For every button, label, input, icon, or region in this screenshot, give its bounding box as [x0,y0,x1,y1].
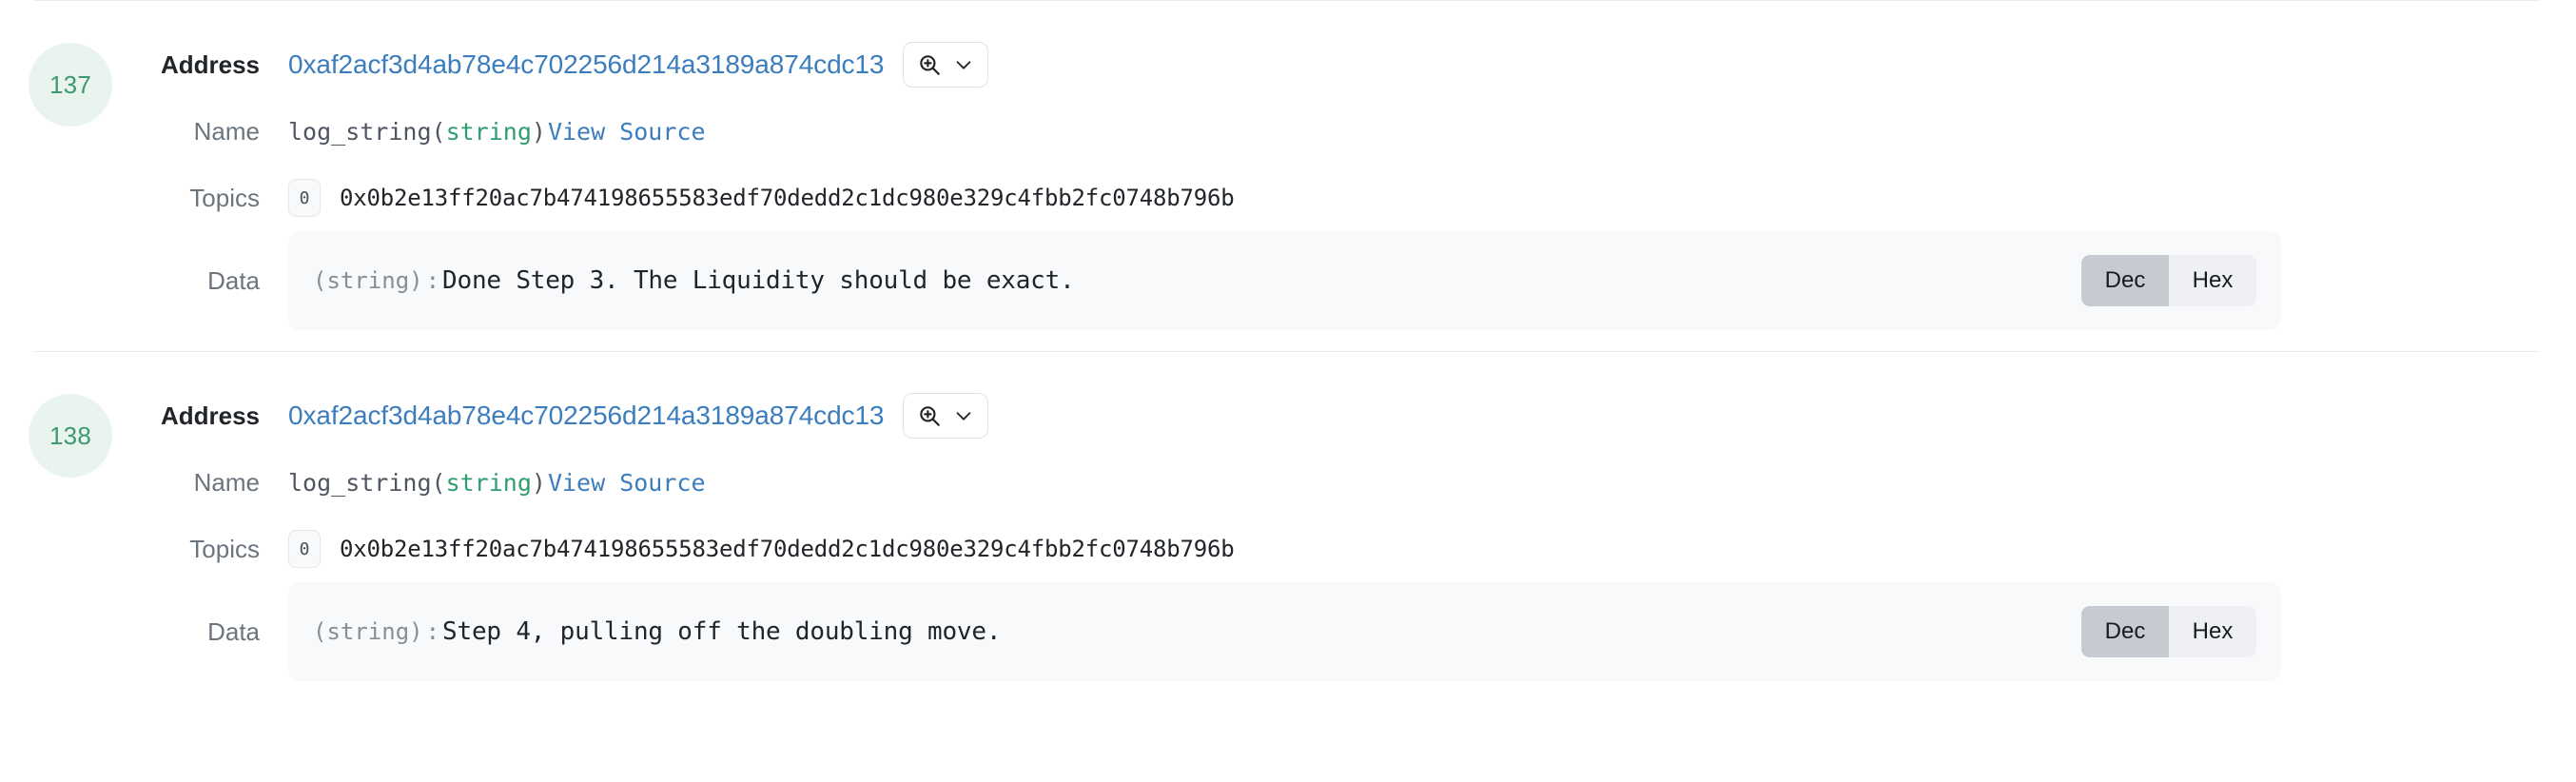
address-link[interactable]: 0xaf2acf3d4ab78e4c702256d214a3189a874cdc… [288,401,884,431]
topics-row: Topics 0 0x0b2e13ff20ac7b474198655583edf… [141,516,2576,582]
topics-label: Topics [141,535,288,564]
address-row: Address 0xaf2acf3d4ab78e4c702256d214a318… [141,382,2576,449]
name-label: Name [141,117,288,147]
name-type-open-paren: ( [432,118,446,146]
address-row: Address 0xaf2acf3d4ab78e4c702256d214a318… [141,31,2576,98]
log-entry: 138 Address 0xaf2acf3d4ab78e4c702256d214… [0,352,2576,702]
data-row: Data (string):Done Step 3. The Liquidity… [141,231,2576,330]
address-filter-button[interactable] [903,393,988,439]
zoom-in-icon [917,52,942,77]
log-index-badge: 138 [29,394,112,478]
data-format-hex-button[interactable]: Hex [2169,606,2256,657]
data-box: (string):Step 4, pulling off the doublin… [288,582,2281,681]
topics-label: Topics [141,184,288,213]
data-type: (string) [313,618,423,645]
data-text: Step 4, pulling off the doubling move. [442,617,1001,646]
log-index-badge: 137 [29,43,112,127]
topic-value: 0x0b2e13ff20ac7b474198655583edf70dedd2c1… [340,536,1234,562]
log-index-column: 137 [0,28,141,127]
address-link[interactable]: 0xaf2acf3d4ab78e4c702256d214a3189a874cdc… [288,49,884,80]
chevron-down-icon [953,54,974,75]
data-format-toggle: Dec Hex [2081,606,2256,657]
log-index-column: 138 [0,379,141,478]
topic-index-badge: 0 [288,179,321,217]
event-name: log_string [288,469,432,497]
data-format-toggle: Dec Hex [2081,255,2256,306]
data-type: (string) [313,267,423,294]
view-source-link[interactable]: View Source [548,118,706,146]
data-label: Data [141,231,288,330]
data-value: (string):Step 4, pulling off the doublin… [288,582,2576,681]
event-logs-panel: 137 Address 0xaf2acf3d4ab78e4c702256d214… [0,0,2576,782]
data-row: Data (string):Step 4, pulling off the do… [141,582,2576,681]
zoom-in-icon [917,403,942,428]
address-label: Address [141,50,288,80]
data-box: (string):Done Step 3. The Liquidity shou… [288,231,2281,330]
log-entry: 137 Address 0xaf2acf3d4ab78e4c702256d214… [0,1,2576,351]
chevron-down-icon [953,405,974,426]
topics-value: 0 0x0b2e13ff20ac7b474198655583edf70dedd2… [288,530,2576,568]
address-label: Address [141,401,288,431]
data-value: (string):Done Step 3. The Liquidity shou… [288,231,2576,330]
name-type-open-paren: ( [432,469,446,497]
data-text: Done Step 3. The Liquidity should be exa… [442,266,1075,295]
event-param-type: string [446,118,532,146]
topic-index-badge: 0 [288,530,321,568]
event-name: log_string [288,118,432,146]
name-row: Name log_string (string) View Source [141,98,2576,165]
name-type-close-paren: ) [532,469,546,497]
data-format-hex-button[interactable]: Hex [2169,255,2256,306]
name-value: log_string (string) View Source [288,118,2576,146]
topics-row: Topics 0 0x0b2e13ff20ac7b474198655583edf… [141,165,2576,231]
topic-value: 0x0b2e13ff20ac7b474198655583edf70dedd2c1… [340,185,1234,211]
log-fields: Address 0xaf2acf3d4ab78e4c702256d214a318… [141,379,2576,681]
data-format-dec-button[interactable]: Dec [2081,606,2169,657]
data-colon: : [426,618,439,645]
name-label: Name [141,468,288,498]
address-value: 0xaf2acf3d4ab78e4c702256d214a3189a874cdc… [288,42,2576,88]
data-format-dec-button[interactable]: Dec [2081,255,2169,306]
name-value: log_string (string) View Source [288,469,2576,497]
name-type-close-paren: ) [532,118,546,146]
log-fields: Address 0xaf2acf3d4ab78e4c702256d214a318… [141,28,2576,330]
data-label: Data [141,582,288,681]
view-source-link[interactable]: View Source [548,469,706,497]
data-colon: : [426,267,439,294]
name-row: Name log_string (string) View Source [141,449,2576,516]
address-filter-button[interactable] [903,42,988,88]
event-param-type: string [446,469,532,497]
topics-value: 0 0x0b2e13ff20ac7b474198655583edf70dedd2… [288,179,2576,217]
address-value: 0xaf2acf3d4ab78e4c702256d214a3189a874cdc… [288,393,2576,439]
